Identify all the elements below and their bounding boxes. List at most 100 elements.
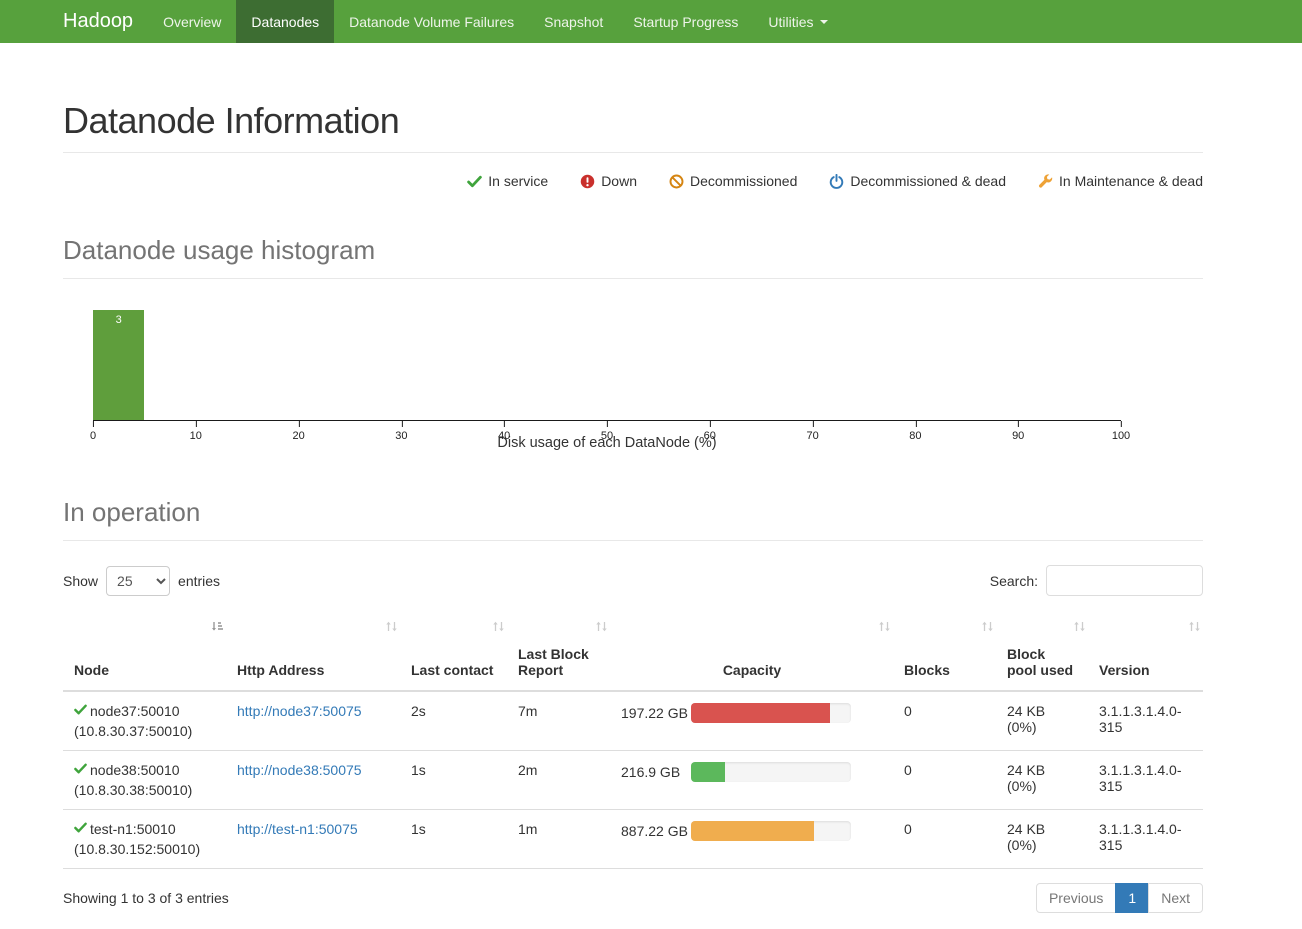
table-footer: Showing 1 to 3 of 3 entries Previous 1 N…	[63, 883, 1203, 929]
search-label: Search:	[990, 573, 1038, 589]
sort-both-icon	[595, 620, 608, 636]
previous-button[interactable]: Previous	[1036, 883, 1116, 913]
power-icon	[829, 174, 844, 189]
sort-both-icon	[1073, 620, 1086, 636]
nav-tabs: Overview Datanodes Datanode Volume Failu…	[148, 0, 842, 43]
page-length-control: Show 25 entries	[63, 566, 220, 596]
datanode-usage-histogram: 3 0102030405060708090100 Disk usage of e…	[63, 311, 1203, 451]
capacity-progress-bar	[691, 762, 851, 782]
block-pool-used-cell: 24 KB (0%)	[996, 691, 1088, 751]
exclamation-circle-icon	[580, 174, 595, 189]
http-address-link[interactable]: http://node37:50075	[237, 703, 362, 719]
legend-decommissioned-dead: Decommissioned & dead	[829, 173, 1006, 189]
page-1-button[interactable]: 1	[1115, 883, 1149, 913]
http-address-link[interactable]: http://node38:50075	[237, 762, 362, 778]
x-tick-label: 10	[190, 430, 202, 442]
table-header-row: Node Http Address Last contact	[63, 612, 1203, 691]
ban-icon	[669, 174, 684, 189]
column-label: Last Block Report	[518, 646, 589, 678]
capacity-cell: 197.22 GB	[610, 691, 893, 751]
chevron-down-icon	[820, 20, 828, 24]
tab-startup-progress[interactable]: Startup Progress	[618, 0, 753, 43]
tab-datanodes[interactable]: Datanodes	[236, 0, 334, 43]
search-input[interactable]	[1046, 565, 1203, 596]
tab-utilities-dropdown[interactable]: Utilities	[753, 0, 842, 43]
tab-snapshot[interactable]: Snapshot	[529, 0, 618, 43]
column-header-blocks[interactable]: Blocks	[893, 612, 996, 691]
last-contact-cell: 1s	[400, 810, 507, 869]
histogram-x-axis-ticks: 0102030405060708090100	[93, 421, 1121, 445]
show-label: Show	[63, 573, 98, 589]
capacity-value: 887.22 GB	[621, 823, 679, 839]
sort-both-icon	[492, 620, 505, 636]
last-block-report-cell: 1m	[507, 810, 610, 869]
legend-maintenance-dead: In Maintenance & dead	[1038, 173, 1203, 189]
x-tick-label: 60	[704, 430, 716, 442]
version-cell: 3.1.1.3.1.4.0-315	[1088, 810, 1203, 869]
capacity-progress-bar	[691, 703, 851, 723]
pagination: Previous 1 Next	[1036, 883, 1203, 913]
table-row: node38:50010 (10.8.30.38:50010) http://n…	[63, 751, 1203, 810]
entries-info: Showing 1 to 3 of 3 entries	[63, 890, 229, 906]
capacity-value: 216.9 GB	[621, 764, 679, 780]
http-address-cell: http://node37:50075	[226, 691, 400, 751]
column-label: Block pool used	[1007, 646, 1073, 678]
node-ip: (10.8.30.37:50010)	[74, 723, 216, 739]
blocks-cell: 0	[893, 691, 996, 751]
column-label: Version	[1099, 662, 1150, 678]
pagination-page-1[interactable]: 1	[1116, 883, 1149, 913]
tab-label: Datanodes	[251, 14, 319, 30]
block-pool-used-cell: 24 KB (0%)	[996, 810, 1088, 869]
legend-label: In Maintenance & dead	[1059, 173, 1203, 189]
x-tick-label: 50	[601, 430, 613, 442]
column-label: Node	[74, 662, 109, 678]
x-tick-label: 0	[90, 430, 96, 442]
entries-label: entries	[178, 573, 220, 589]
status-legend: In service Down Decommissioned Decommiss…	[63, 173, 1203, 189]
column-header-node[interactable]: Node	[63, 612, 226, 691]
histogram-plot-area: 3	[93, 311, 1121, 421]
x-tick-label: 80	[909, 430, 921, 442]
node-name: test-n1:50010	[90, 821, 176, 837]
column-header-version[interactable]: Version	[1088, 612, 1203, 691]
blocks-cell: 0	[893, 810, 996, 869]
sort-both-icon	[878, 620, 891, 636]
column-label: Blocks	[904, 662, 950, 678]
column-header-last-block-report[interactable]: Last Block Report	[507, 612, 610, 691]
tab-overview[interactable]: Overview	[148, 0, 236, 43]
last-contact-cell: 1s	[400, 751, 507, 810]
check-icon	[74, 762, 87, 778]
capacity-progress-fill	[691, 762, 725, 782]
tab-datanode-volume-failures[interactable]: Datanode Volume Failures	[334, 0, 529, 43]
column-header-last-contact[interactable]: Last contact	[400, 612, 507, 691]
version-cell: 3.1.1.3.1.4.0-315	[1088, 691, 1203, 751]
pagination-next[interactable]: Next	[1149, 883, 1203, 913]
column-label: Capacity	[723, 662, 781, 678]
pagination-previous[interactable]: Previous	[1036, 883, 1116, 913]
capacity-progress-fill	[691, 821, 814, 841]
legend-label: Decommissioned	[690, 173, 797, 189]
http-address-link[interactable]: http://test-n1:50075	[237, 821, 358, 837]
next-button[interactable]: Next	[1148, 883, 1203, 913]
datanodes-table: Node Http Address Last contact	[63, 612, 1203, 869]
node-name: node38:50010	[90, 762, 180, 778]
sort-both-icon	[385, 620, 398, 636]
column-label: Last contact	[411, 662, 493, 678]
in-operation-section-heading: In operation	[63, 497, 1203, 528]
http-address-cell: http://test-n1:50075	[226, 810, 400, 869]
legend-label: In service	[488, 173, 548, 189]
tab-label: Startup Progress	[633, 14, 738, 30]
check-icon	[74, 703, 87, 719]
column-header-http-address[interactable]: Http Address	[226, 612, 400, 691]
legend-label: Decommissioned & dead	[850, 173, 1006, 189]
last-block-report-cell: 7m	[507, 691, 610, 751]
capacity-value: 197.22 GB	[621, 705, 679, 721]
column-header-block-pool-used[interactable]: Block pool used	[996, 612, 1088, 691]
node-cell: test-n1:50010 (10.8.30.152:50010)	[63, 810, 226, 869]
x-tick-label: 30	[395, 430, 407, 442]
page-length-select[interactable]: 25	[106, 566, 170, 596]
column-header-capacity[interactable]: Capacity	[610, 612, 893, 691]
x-tick-label: 100	[1112, 430, 1130, 442]
divider	[63, 278, 1203, 279]
brand-logo[interactable]: Hadoop	[0, 0, 148, 43]
